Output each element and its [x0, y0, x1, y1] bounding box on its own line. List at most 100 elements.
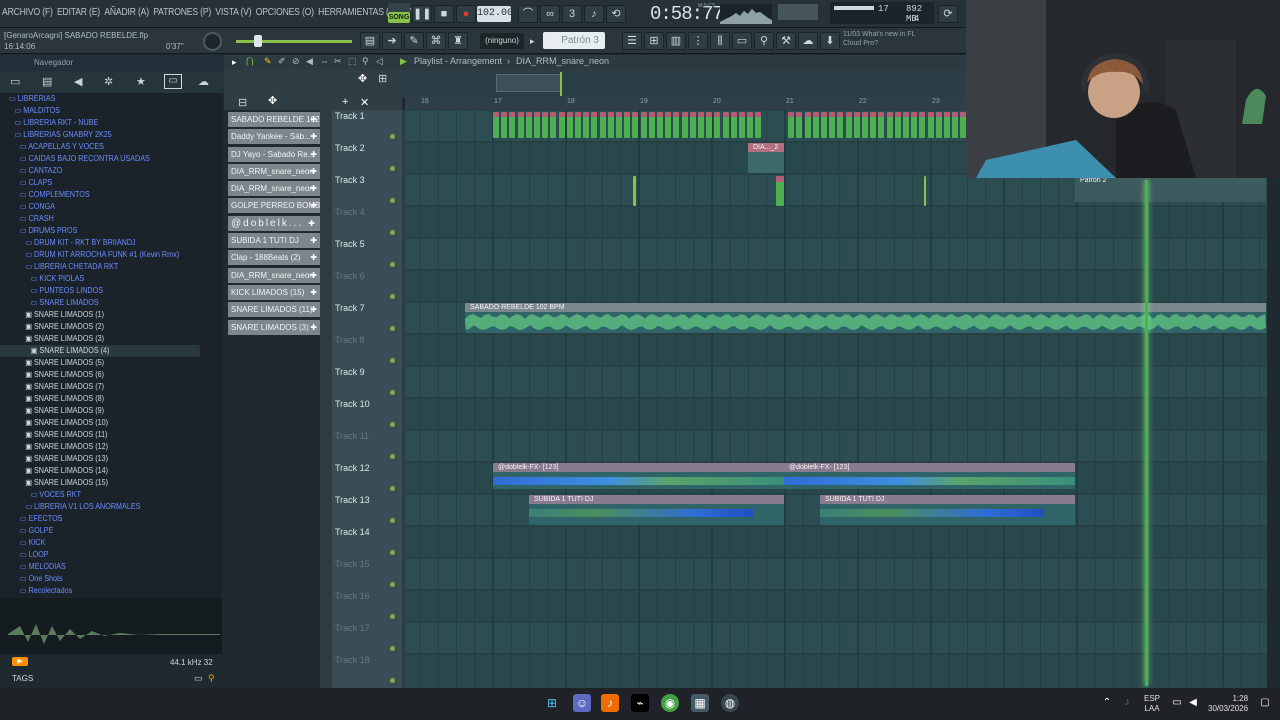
marker-clip[interactable] [633, 176, 636, 206]
browser-item[interactable]: ▭ ACAPELLAS Y VOCES [0, 141, 200, 153]
clip-source-item[interactable]: DIA_RRM_snare_neon [228, 267, 320, 283]
menu-item-0[interactable]: ARCHIVO (F) [2, 7, 53, 18]
pattern-mode-toggle[interactable] [388, 3, 410, 12]
piano-roll-window-icon[interactable]: ▥ [666, 32, 686, 50]
playback-icon[interactable]: ◁ [376, 56, 383, 67]
online-icon[interactable]: ☁ [798, 32, 818, 50]
snare-clip[interactable] [870, 112, 877, 138]
track-name[interactable]: Track 18 [335, 655, 370, 665]
browser-item[interactable]: ▣ SNARE LIMADOS (12) [0, 441, 200, 453]
browser-item[interactable]: ▭ KICK [0, 537, 200, 549]
snare-clip[interactable] [525, 112, 532, 138]
browser-item[interactable]: ▭ GOLPE [0, 525, 200, 537]
download-icon[interactable]: ⬇ [820, 32, 840, 50]
track-name[interactable]: Track 16 [335, 591, 370, 601]
chrome-icon[interactable]: ◉ [661, 694, 679, 712]
song-mode-button[interactable]: SONG [388, 12, 410, 23]
track-mode-icon[interactable]: ⊟ [238, 96, 247, 109]
browser-icon[interactable]: ▭ [732, 32, 752, 50]
snare-clip[interactable] [952, 112, 959, 138]
browser-item[interactable]: ▭ KICK PIOLAS [0, 273, 200, 285]
track-mute-led[interactable] [390, 358, 395, 363]
step-sequencer-icon[interactable]: ⊞ [644, 32, 664, 50]
snare-clip[interactable] [812, 112, 819, 138]
snare-clip[interactable] [944, 112, 950, 138]
snare-clip[interactable] [788, 112, 795, 138]
clip-source-item[interactable]: DJ Yayo - Sabado Re... [228, 146, 320, 162]
snare-clip[interactable] [640, 112, 647, 138]
clip-source-item[interactable]: SNARE LIMADOS (3) [228, 319, 320, 335]
browser-item[interactable]: ▭ DRUM KIT - RKT BY BRIIANDJ [0, 237, 200, 249]
clip-source-item[interactable]: DIA_RRM_snare_neon [228, 181, 320, 197]
slip-icon[interactable]: ⇔ [320, 56, 329, 66]
browser-item[interactable]: ▭ CONGA [0, 201, 200, 213]
snare-clip[interactable] [558, 112, 565, 138]
track-name[interactable]: Track 11 [335, 431, 369, 441]
browser-item[interactable]: ▣ SNARE LIMADOS (13) [0, 453, 200, 465]
mute-icon[interactable]: ◀ [306, 56, 313, 67]
browser-item[interactable]: ▭ PUNTEOS LINDOS [0, 285, 200, 297]
track-name[interactable]: Track 15 [335, 559, 370, 569]
mic-icon[interactable]: ♪ [1118, 694, 1136, 712]
step-edit-icon[interactable]: ♪ [584, 5, 604, 23]
menu-item-1[interactable]: EDITAR (E) [57, 7, 100, 18]
pattern-clip[interactable]: Patrón 2 [1075, 176, 1266, 202]
calculator-icon[interactable]: ▦ [691, 694, 709, 712]
browser-item[interactable]: ▭ DRUMS PROS [0, 225, 200, 237]
tempo-display[interactable]: 102.000 [477, 6, 519, 22]
audio-clip[interactable]: @doblelk-FX- [123] [493, 463, 784, 489]
track-mute-led[interactable] [390, 518, 395, 523]
snare-clip[interactable] [689, 112, 696, 138]
snare-clip[interactable] [796, 112, 803, 138]
snare-clip[interactable] [837, 112, 844, 138]
tray-chevron-icon[interactable]: ⌃ [1098, 694, 1116, 712]
link-icon[interactable]: ⌘ [426, 32, 446, 50]
clip-source-item[interactable]: GOLPE PERREO BOMB... [228, 198, 320, 214]
language-indicator[interactable]: ESP LAA [1144, 694, 1160, 714]
snap-selector[interactable]: (ninguno) [480, 33, 524, 49]
browser-item[interactable]: ▭ LIBRERIA CHETADA RKT [0, 261, 200, 273]
preview-play-icon[interactable]: ▶ [12, 657, 28, 666]
snare-clip[interactable] [681, 112, 688, 138]
browser-item[interactable]: ▭ DRUM KIT ARROCHA FUNK #1 (Kevin Rmx) [0, 249, 200, 261]
snare-clip[interactable] [903, 112, 909, 138]
snare-clip[interactable] [730, 112, 737, 138]
channel-rack-icon[interactable]: ⋮ [688, 32, 708, 50]
play-arrow-icon[interactable]: ▶ [400, 56, 407, 67]
snare-clip[interactable] [698, 112, 704, 138]
stamp-icon[interactable]: ♜ [448, 32, 468, 50]
brush-icon[interactable]: ✐ [278, 56, 286, 67]
speaker-icon[interactable]: ◀ [74, 75, 82, 88]
track-mute-led[interactable] [390, 486, 395, 491]
browser-item[interactable]: ▭ LIBRERIA V1 LOS ANORMALES [0, 501, 200, 513]
snare-clip[interactable] [591, 112, 598, 138]
clip-source-item[interactable]: DIA_RRM_snare_neon [228, 163, 320, 179]
playlist-icon[interactable]: ☰ [622, 32, 642, 50]
snare-clip[interactable] [821, 112, 827, 138]
browser-item[interactable]: ▣ SNARE LIMADOS (8) [0, 393, 200, 405]
track-mute-led[interactable] [390, 198, 395, 203]
mixer-icon[interactable]: ⫼ [710, 32, 730, 50]
clip-source-item[interactable]: SNARE LIMADOS (11) [228, 302, 320, 318]
draw-icon[interactable]: ✎ [404, 32, 424, 50]
audio-clip[interactable]: SUBIDA 1 TUTI DJ [529, 495, 784, 525]
browser-item[interactable]: ▭ SNARE LIMADOS [0, 297, 200, 309]
track-mute-led[interactable] [390, 390, 395, 395]
browser-item[interactable]: ▭ MELODIAS [0, 561, 200, 573]
browser-item[interactable]: ▭ CANTAZO [0, 165, 200, 177]
snare-clip[interactable] [927, 112, 934, 138]
menu-item-2[interactable]: AÑADIR (A) [104, 7, 149, 18]
browser-item[interactable]: ▣ SNARE LIMADOS (4) [0, 345, 200, 357]
obs-icon[interactable]: ◍ [721, 694, 739, 712]
snare-clip[interactable] [739, 112, 745, 138]
marker-clip[interactable] [924, 176, 926, 206]
snare-clip[interactable] [607, 112, 614, 138]
star-icon[interactable]: ★ [136, 75, 146, 88]
menu-item-6[interactable]: HERRAMIENTAS (T) [318, 7, 396, 18]
track-mute-led[interactable] [390, 294, 395, 299]
track-name[interactable]: Track 4 [335, 207, 365, 217]
snare-clip[interactable] [583, 112, 590, 138]
track-name[interactable]: Track 9 [335, 367, 365, 377]
grid-icon[interactable]: ⊞ [378, 72, 387, 85]
track-mute-led[interactable] [390, 646, 395, 651]
